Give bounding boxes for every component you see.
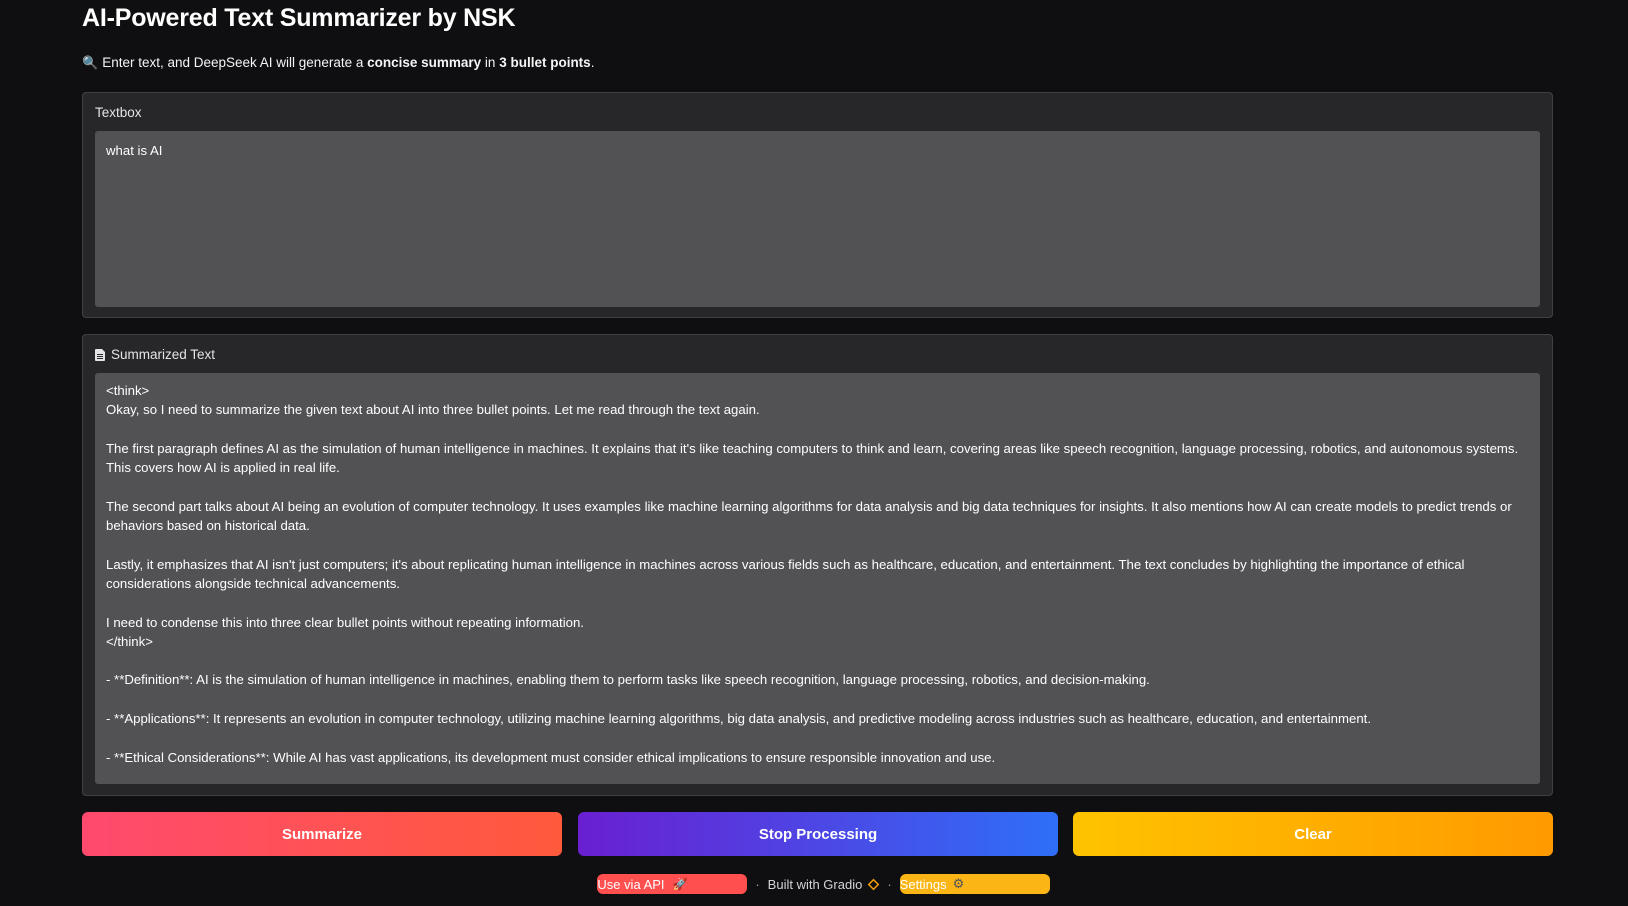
gear-icon: ⚙	[952, 876, 965, 891]
intro-suffix: .	[590, 55, 595, 70]
document-icon	[95, 348, 105, 361]
summarized-textbox[interactable]: <think> Okay, so I need to summarize the…	[95, 373, 1540, 784]
magnifying-glass-icon: 🔍	[82, 55, 99, 70]
clear-button[interactable]: Clear	[1073, 812, 1553, 856]
stop-processing-button[interactable]: Stop Processing	[578, 812, 1058, 856]
gradio-logo-icon	[867, 878, 880, 890]
input-label-text: Textbox	[95, 105, 142, 120]
use-via-api-label: Use via API	[597, 876, 665, 892]
footer: Use via API 🚀 · Built with Gradio · Sett…	[0, 874, 1628, 894]
input-panel: Textbox what is AI	[82, 92, 1553, 318]
output-panel: Summarized Text <think> Okay, so I need …	[82, 334, 1553, 796]
use-via-api-link[interactable]: Use via API 🚀	[597, 874, 748, 894]
summarize-button[interactable]: Summarize	[82, 812, 562, 856]
intro-description: 🔍 Enter text, and DeepSeek AI will genera…	[82, 55, 594, 71]
settings-link[interactable]: Settings ⚙	[899, 874, 1050, 894]
built-with-gradio-label: Built with Gradio	[767, 876, 863, 892]
intro-bold-bullets: 3 bullet points	[499, 55, 591, 70]
intro-prefix: Enter text, and DeepSeek AI will generat…	[102, 55, 368, 70]
app-root: AI-Powered Text Summarizer by NSK 🔍 Enter…	[0, 0, 1628, 906]
rocket-icon: 🚀	[672, 877, 688, 891]
footer-separator: ·	[887, 876, 892, 892]
input-textbox[interactable]: what is AI	[95, 131, 1540, 307]
input-label: Textbox	[95, 105, 142, 120]
intro-mid: in	[481, 55, 500, 70]
intro-bold-concise: concise summary	[367, 55, 482, 70]
output-label: Summarized Text	[95, 347, 215, 362]
page-title: AI-Powered Text Summarizer by NSK	[82, 4, 516, 32]
footer-separator: ·	[755, 876, 760, 892]
built-with-gradio-link[interactable]: Built with Gradio	[768, 877, 863, 892]
output-label-text: Summarized Text	[111, 347, 216, 362]
settings-label: Settings	[899, 876, 947, 892]
